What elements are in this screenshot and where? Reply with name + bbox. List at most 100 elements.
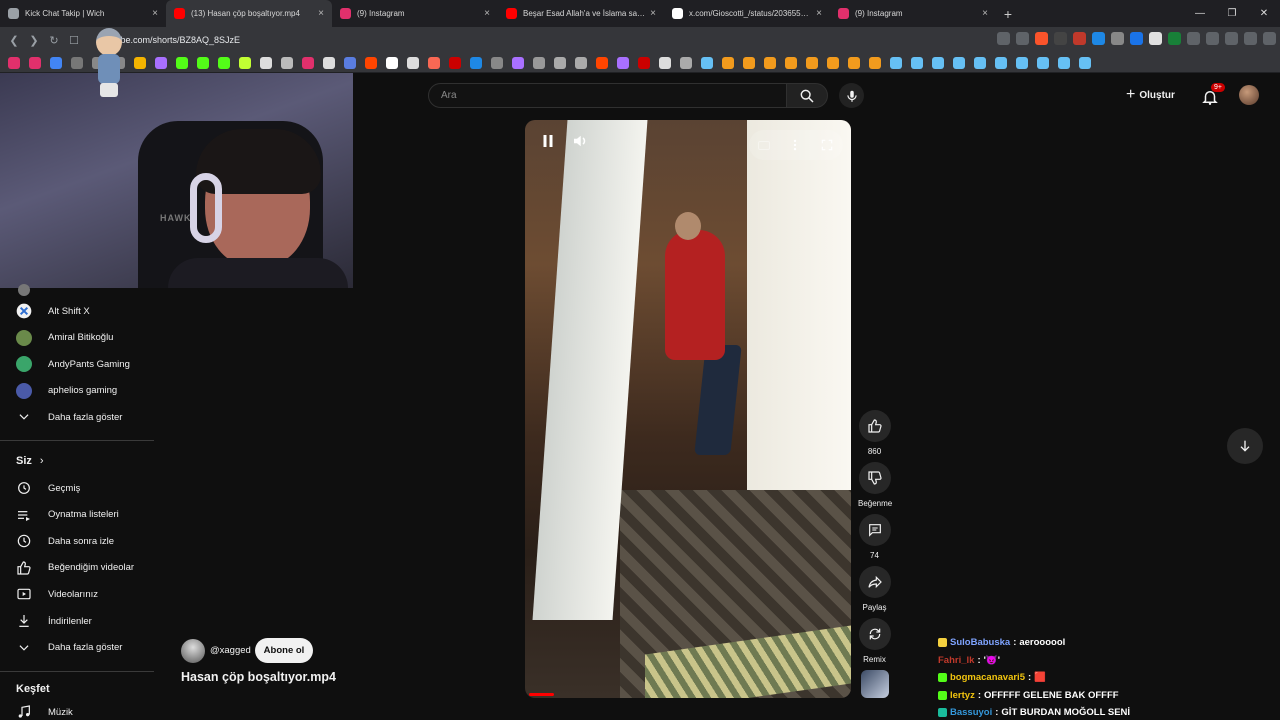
sidebar-item[interactable]: Amiral Bitikoğlu <box>0 325 154 351</box>
subscribe-button[interactable]: Abone ol <box>255 638 313 663</box>
bookmark-icon[interactable] <box>638 56 650 69</box>
like-button[interactable]: 860 <box>858 410 891 456</box>
bookmark-icon[interactable] <box>470 56 482 69</box>
music-icon[interactable] <box>1244 32 1257 45</box>
bookmark-icon[interactable] <box>722 56 734 69</box>
sidebar-section-you[interactable]: Siz › <box>16 455 44 467</box>
sidebar-item[interactable]: Oynatma listeleri <box>0 502 154 528</box>
extension-icon[interactable] <box>1054 32 1067 45</box>
tab-close-icon[interactable]: × <box>318 8 324 19</box>
bookmark-icon[interactable] <box>512 56 524 69</box>
bookmark-icon[interactable] <box>869 56 881 69</box>
dislike-button[interactable]: Beğenme <box>858 462 892 508</box>
sidebar-icon[interactable] <box>1225 32 1238 45</box>
bookmark-icon[interactable] <box>155 56 167 69</box>
new-tab-button[interactable]: + <box>996 6 1020 22</box>
tab-close-icon[interactable]: × <box>484 8 490 19</box>
sidebar-item[interactable]: Beğendiğim videolar <box>0 555 154 581</box>
comments-button[interactable]: 74 <box>858 514 891 560</box>
bookmark-icon[interactable] <box>911 56 923 69</box>
bookmark-icon[interactable] <box>386 56 398 69</box>
tab-close-icon[interactable]: × <box>152 8 158 19</box>
sidebar-item[interactable]: Daha fazla göster <box>0 404 154 430</box>
channel-handle[interactable]: @xagged <box>210 645 251 656</box>
sidebar-item[interactable]: Alt Shift X <box>0 298 154 324</box>
fullscreen-icon[interactable] <box>820 138 834 152</box>
sidebar-item[interactable]: İndirilenler <box>0 608 154 634</box>
bookmark-icon[interactable] <box>617 56 629 69</box>
bookmark-icon[interactable] <box>1058 56 1070 69</box>
puzzle-icon[interactable] <box>1206 32 1219 45</box>
browser-tab[interactable]: (9) Instagram × <box>830 0 996 27</box>
bookmark-icon[interactable] <box>890 56 902 69</box>
sidebar-item[interactable]: Müzik <box>0 699 154 720</box>
more-options-icon[interactable] <box>788 138 802 152</box>
bookmark-icon[interactable] <box>239 56 251 69</box>
bookmark-icon[interactable] <box>260 56 272 69</box>
short-video-player[interactable] <box>525 120 851 698</box>
bookmark-icon[interactable] <box>1037 56 1049 69</box>
bookmark-icon[interactable] <box>806 56 818 69</box>
tab-close-icon[interactable]: × <box>982 8 988 19</box>
extension-icon[interactable] <box>997 32 1010 45</box>
bookmark-icon[interactable] <box>407 56 419 69</box>
bookmark-icon[interactable] <box>29 56 41 69</box>
bookmark-icon[interactable] <box>176 56 188 69</box>
extension-icon[interactable] <box>1149 32 1162 45</box>
sidebar-item[interactable]: Geçmiş <box>0 475 154 501</box>
channel-avatar[interactable] <box>181 639 205 663</box>
bookmark-icon[interactable] <box>281 56 293 69</box>
bookmark-icon[interactable] <box>491 56 503 69</box>
extension-icon[interactable] <box>1073 32 1086 45</box>
brave-shield-icon[interactable] <box>1035 32 1048 45</box>
browser-tab[interactable]: x.com/Gioscotti_/status/20365535859 × <box>664 0 830 27</box>
tab-close-icon[interactable]: × <box>650 8 656 19</box>
extension-icon[interactable] <box>1111 32 1124 45</box>
bookmark-icon[interactable] <box>953 56 965 69</box>
pause-icon[interactable] <box>539 132 557 150</box>
browser-tab[interactable]: (9) Instagram × <box>332 0 498 27</box>
bookmark-icon[interactable] <box>785 56 797 69</box>
bookmark-icon[interactable] <box>554 56 566 69</box>
browser-tab[interactable]: Beşar Esad Allah'a ve İslama savaş ilan × <box>498 0 664 27</box>
bookmark-icon[interactable] <box>827 56 839 69</box>
bookmark-icon[interactable] <box>743 56 755 69</box>
bookmark-icon[interactable] <box>449 56 461 69</box>
restore-button[interactable]: ❐ <box>1216 0 1248 27</box>
notifications-button[interactable]: 9+ <box>1201 83 1225 107</box>
bookmark-icon[interactable] <box>197 56 209 69</box>
close-window-button[interactable]: ✕ <box>1248 0 1280 27</box>
extension-icon[interactable] <box>1016 32 1029 45</box>
address-bar[interactable]: utube.com/shorts/BZ8AQ_8SJzE <box>108 31 978 49</box>
bookmark-icon[interactable] <box>995 56 1007 69</box>
tab-close-icon[interactable]: × <box>816 8 822 19</box>
reload-button[interactable]: ↻ <box>44 34 64 47</box>
bookmark-icon[interactable] <box>932 56 944 69</box>
forward-button[interactable]: ❯ <box>24 34 44 47</box>
extension-icon[interactable] <box>1130 32 1143 45</box>
extension-icon[interactable] <box>1168 32 1181 45</box>
share-button[interactable]: Paylaş <box>858 566 891 612</box>
bookmark-icon[interactable] <box>50 56 62 69</box>
captions-icon[interactable] <box>758 140 770 150</box>
bookmark-icon[interactable] <box>365 56 377 69</box>
bookmark-icon[interactable]: ☐ <box>64 34 84 47</box>
bookmark-icon[interactable] <box>974 56 986 69</box>
volume-icon[interactable] <box>571 132 589 150</box>
bookmark-icon[interactable] <box>134 56 146 69</box>
create-button[interactable]: + Oluştur <box>1126 84 1175 106</box>
bookmark-icon[interactable] <box>680 56 692 69</box>
bookmark-icon[interactable] <box>323 56 335 69</box>
sidebar-section-explore[interactable]: Keşfet <box>16 683 50 695</box>
remix-button[interactable]: Remix <box>858 618 891 664</box>
sidebar-item[interactable]: aphelios gaming <box>0 378 154 404</box>
voice-search-button[interactable] <box>839 83 864 108</box>
sidebar-item[interactable]: Daha fazla göster <box>0 635 154 661</box>
user-avatar[interactable] <box>1239 85 1259 105</box>
menu-icon[interactable] <box>1263 32 1276 45</box>
browser-tab[interactable]: Kick Chat Takip | Wich × <box>0 0 166 27</box>
bookmark-icon[interactable] <box>71 56 83 69</box>
bookmark-icon[interactable] <box>659 56 671 69</box>
bookmark-icon[interactable] <box>8 56 20 69</box>
next-short-button[interactable] <box>1227 428 1263 464</box>
